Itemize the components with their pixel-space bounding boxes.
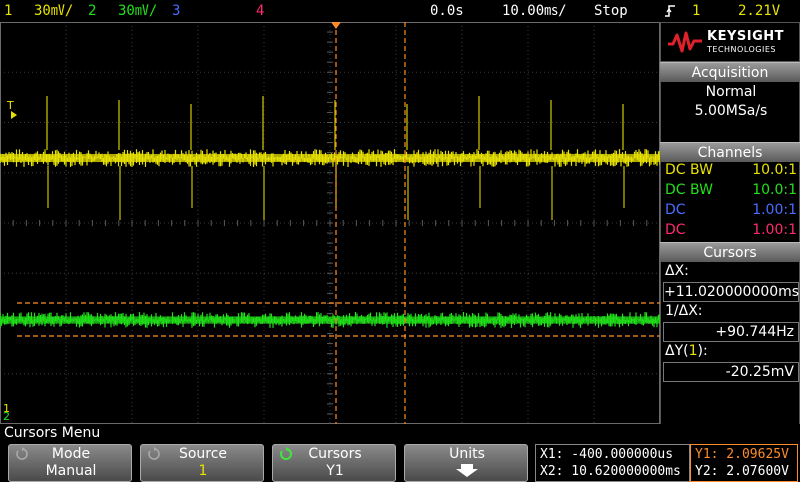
channels-heading[interactable]: Channels bbox=[660, 142, 800, 162]
channel-row-3[interactable]: DC 1.00:1 bbox=[661, 202, 800, 222]
cursors-value: Y1 bbox=[326, 463, 344, 479]
run-state[interactable]: Stop bbox=[594, 0, 628, 22]
y2-readout: Y2: 2.07600V bbox=[695, 464, 789, 479]
mode-label: Mode bbox=[51, 446, 91, 462]
source-value: 1 bbox=[198, 463, 208, 479]
status-bar: 1 30㎷/ 2 30㎷/ 3 4 0.0s 10.00㎳/ Stop 1 2.… bbox=[0, 0, 800, 22]
cursor-lines[interactable] bbox=[17, 22, 660, 424]
delta-y-value: -20.25mV bbox=[663, 362, 799, 382]
side-panel: KEYSIGHT TECHNOLOGIES Acquisition Normal… bbox=[660, 22, 800, 424]
softkey-menu: Cursors Menu Mode Manual Source 1 Cursor… bbox=[0, 424, 800, 482]
ch1-coupling: DC BW bbox=[665, 162, 713, 178]
ch1-scale[interactable]: 30㎷/ bbox=[34, 0, 73, 22]
cursor-y-readout: Y1: 2.09625V Y2: 2.07600V bbox=[690, 444, 798, 482]
acquisition-mode: Normal bbox=[705, 84, 757, 100]
delta-x-label: ΔX: bbox=[665, 263, 689, 279]
channel-row-4[interactable]: DC 1.00:1 bbox=[661, 222, 800, 242]
brand-name: KEYSIGHT bbox=[707, 29, 784, 44]
ch4-probe: 1.00:1 bbox=[752, 222, 797, 238]
delta-y-channel: 1 bbox=[688, 343, 698, 359]
source-softkey[interactable]: Source 1 bbox=[140, 444, 264, 482]
menu-title: Cursors Menu bbox=[4, 425, 101, 441]
trigger-level-marker[interactable]: T bbox=[6, 99, 14, 112]
delta-y-prefix: ΔY( bbox=[665, 343, 689, 359]
ch4-coupling: DC bbox=[665, 222, 686, 238]
keysight-logo: KEYSIGHT TECHNOLOGIES bbox=[660, 22, 800, 62]
cursors-section: ΔX: +11.020000000ms 1/ΔX: +90.744Hz ΔY(1… bbox=[660, 262, 800, 424]
ch1-probe: 10.0:1 bbox=[752, 162, 797, 178]
time-delay[interactable]: 0.0s bbox=[430, 0, 464, 22]
mode-value: Manual bbox=[45, 463, 97, 479]
cursors-label: Cursors bbox=[308, 446, 362, 462]
cursors-softkey[interactable]: Cursors Y1 bbox=[272, 444, 396, 482]
delta-x-value: +11.020000000ms bbox=[663, 282, 800, 302]
ch2-scale[interactable]: 30㎷/ bbox=[118, 0, 157, 22]
channel-row-1[interactable]: DC BW 10.0:1 bbox=[661, 162, 800, 182]
acquisition-heading[interactable]: Acquisition bbox=[660, 62, 800, 82]
time-scale[interactable]: 10.00㎳/ bbox=[502, 0, 567, 22]
ch4-number[interactable]: 4 bbox=[256, 0, 264, 22]
cursors-heading[interactable]: Cursors bbox=[660, 242, 800, 262]
ch2-ground-marker[interactable]: 2 bbox=[3, 410, 10, 423]
ch3-probe: 1.00:1 bbox=[752, 202, 797, 218]
units-label: Units bbox=[449, 446, 485, 462]
brand-subname: TECHNOLOGIES bbox=[707, 45, 776, 54]
source-label: Source bbox=[178, 446, 228, 462]
x1-readout: X1: -400.000000us bbox=[540, 447, 674, 462]
inverse-delta-x-label: 1/ΔX: bbox=[665, 303, 703, 319]
ch2-number[interactable]: 2 bbox=[88, 0, 96, 22]
waveform-display[interactable]: T 1 2 bbox=[0, 22, 660, 424]
keysight-wave-icon bbox=[668, 31, 702, 53]
trigger-level[interactable]: 2.21V bbox=[738, 0, 780, 22]
ch3-number[interactable]: 3 bbox=[172, 0, 180, 22]
submenu-arrow-icon bbox=[456, 464, 478, 477]
mode-softkey[interactable]: Mode Manual bbox=[8, 444, 132, 482]
graticule-grid bbox=[0, 22, 660, 424]
trigger-source[interactable]: 1 bbox=[692, 0, 700, 22]
trigger-arrow-icon bbox=[11, 111, 17, 119]
inverse-delta-x-value: +90.744Hz bbox=[663, 322, 799, 342]
delta-y-label: ΔY(1): bbox=[665, 343, 708, 359]
y1-readout: Y1: 2.09625V bbox=[695, 447, 789, 462]
ch2-probe: 10.0:1 bbox=[752, 182, 797, 198]
acquisition-section: Normal 5.00MSa/s bbox=[660, 82, 800, 142]
time-reference-marker[interactable] bbox=[331, 22, 341, 29]
channels-section: DC BW 10.0:1 DC BW 10.0:1 DC 1.00:1 DC 1… bbox=[660, 162, 800, 242]
x2-readout: X2: 10.620000000ms bbox=[540, 464, 681, 479]
sample-rate: 5.00MSa/s bbox=[694, 103, 768, 119]
units-softkey[interactable]: Units bbox=[404, 444, 528, 482]
ch2-coupling: DC BW bbox=[665, 182, 713, 198]
ch1-number[interactable]: 1 bbox=[4, 0, 12, 22]
cursor-x-readout: X1: -400.000000us X2: 10.620000000ms bbox=[535, 444, 690, 482]
ch3-coupling: DC bbox=[665, 202, 686, 218]
delta-y-suffix: ): bbox=[697, 343, 708, 359]
channel-row-2[interactable]: DC BW 10.0:1 bbox=[661, 182, 800, 202]
